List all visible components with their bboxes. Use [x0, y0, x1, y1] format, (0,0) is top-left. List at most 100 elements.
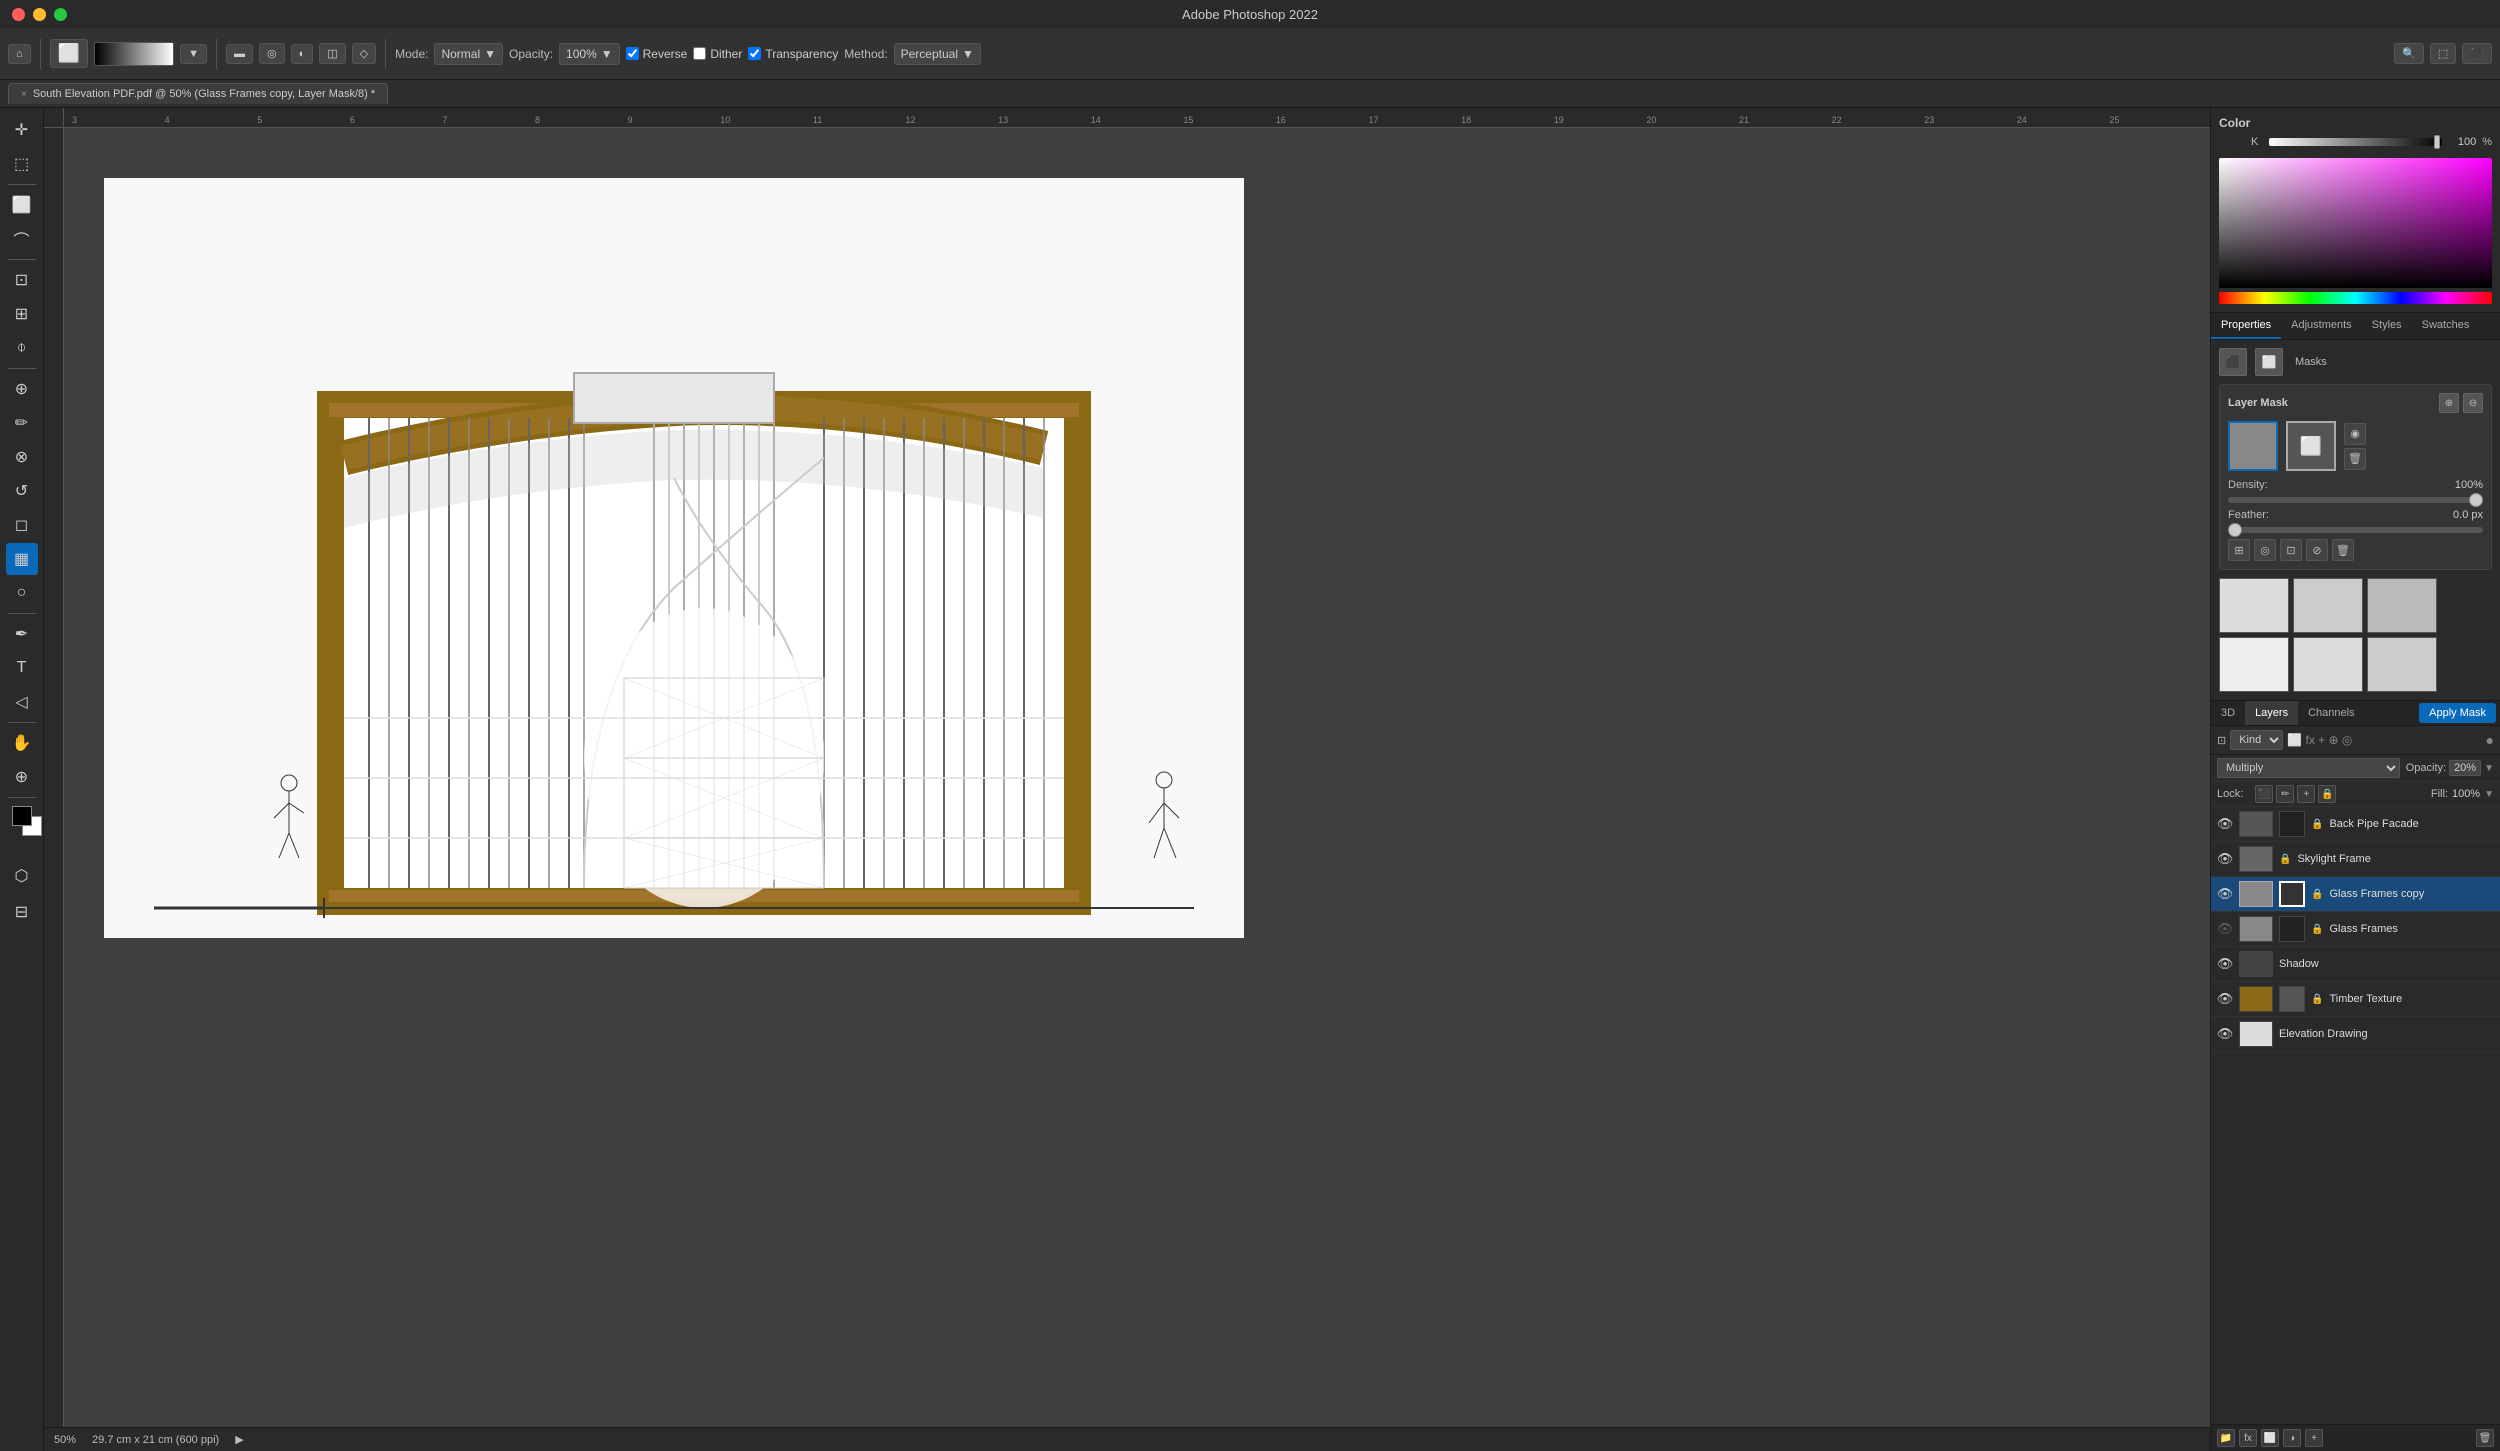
crop-tool[interactable]: ⊞ [6, 298, 38, 330]
method-select[interactable]: Perceptual ▼ [894, 43, 981, 65]
radial-gradient-btn[interactable]: ◎ [259, 43, 285, 64]
tab-layers[interactable]: Layers [2245, 701, 2298, 725]
layer-row-glass-copy[interactable]: 👁 🔒 Glass Frames copy [2211, 877, 2500, 912]
mask-add-icon[interactable]: ⊕ [2439, 393, 2459, 413]
layer-row-glass[interactable]: 👁 🔒 Glass Frames [2211, 912, 2500, 947]
invert-mask-btn[interactable]: ⊞ [2228, 539, 2250, 561]
minimize-button[interactable] [33, 8, 46, 21]
layer-thumb[interactable] [2228, 421, 2278, 471]
lasso-tool[interactable]: ⌒ [6, 223, 38, 255]
blend-mode-select[interactable]: Multiply [2217, 758, 2400, 778]
lock-all-btn[interactable]: 🔒 [2318, 785, 2336, 803]
layer-vis-back-pipe[interactable]: 👁 [2217, 816, 2233, 832]
layer-vis-glass[interactable]: 👁 [2217, 921, 2233, 937]
search-btn[interactable]: 🔍 [2394, 43, 2424, 64]
mode-select[interactable]: Normal ▼ [434, 43, 503, 65]
artboard-tool[interactable]: ⬚ [6, 148, 38, 180]
apply-from-mask-btn[interactable]: ⊡ [2280, 539, 2302, 561]
close-button[interactable] [12, 8, 25, 21]
canvas-area[interactable]: 345 678 91011 121314 151617 181920 21222… [44, 108, 2210, 1451]
tab-channels[interactable]: Channels [2298, 701, 2364, 725]
screen-mode-btn[interactable]: ⊟ [6, 896, 38, 928]
disable-mask-btn[interactable]: ⊘ [2306, 539, 2328, 561]
mask-select-btn[interactable]: ◉ [2344, 423, 2366, 445]
layer-mask-btn[interactable]: ⬜ [2261, 1429, 2279, 1447]
dither-checkbox[interactable] [693, 47, 706, 60]
filter-select[interactable]: Kind [2230, 730, 2283, 750]
tab-properties[interactable]: Properties [2211, 313, 2281, 339]
path-tool[interactable]: ◁ [6, 686, 38, 718]
linear-gradient-btn[interactable]: ▬ [226, 44, 253, 64]
lock-artboard-btn[interactable]: + [2297, 785, 2315, 803]
layer-vis-glass-copy[interactable]: 👁 [2217, 886, 2233, 902]
apply-mask-button[interactable]: Apply Mask [2419, 703, 2496, 723]
zoom-tool[interactable]: ⊕ [6, 761, 38, 793]
reflected-gradient-btn[interactable]: ◫ [319, 43, 345, 64]
delete-mask-btn[interactable]: 🗑 [2332, 539, 2354, 561]
gradient-type-btn[interactable]: ▼ [180, 44, 207, 64]
pixel-mask-icon[interactable]: ⬛ [2219, 348, 2247, 376]
layer-vis-skylight[interactable]: 👁 [2217, 851, 2233, 867]
vector-mask-icon[interactable]: ⬜ [2255, 348, 2283, 376]
window-controls[interactable] [12, 8, 67, 21]
mask-thumb[interactable]: ⬜ [2286, 421, 2336, 471]
move-tool[interactable]: ✛ [6, 114, 38, 146]
eraser-tool[interactable]: ◻ [6, 509, 38, 541]
clone-tool[interactable]: ⊗ [6, 441, 38, 473]
brush-options-btn[interactable]: ⬜ [50, 39, 88, 68]
filter-toggle[interactable]: ● [2486, 732, 2494, 748]
mask-subtract-icon[interactable]: ⊖ [2463, 393, 2483, 413]
tab-adjustments[interactable]: Adjustments [2281, 313, 2362, 339]
lock-pixels-btn[interactable]: ⬛ [2255, 785, 2273, 803]
opacity-select[interactable]: 100% ▼ [559, 43, 620, 65]
feather-slider[interactable] [2228, 527, 2483, 533]
home-btn[interactable]: ⌂ [8, 44, 31, 64]
color-swatches[interactable] [12, 806, 32, 826]
marquee-tool[interactable]: ⬜ [6, 189, 38, 221]
adjustment-layer-btn[interactable]: ◑ [2283, 1429, 2301, 1447]
select-mask-btn[interactable]: ◎ [2254, 539, 2276, 561]
tab-close[interactable]: × [21, 89, 27, 100]
history-brush-tool[interactable]: ↺ [6, 475, 38, 507]
layer-vis-elevation[interactable]: 👁 [2217, 1026, 2233, 1042]
tab-3d[interactable]: 3D [2211, 701, 2245, 725]
layer-vis-timber[interactable]: 👁 [2217, 991, 2233, 1007]
gradient-tool[interactable]: ▦ [6, 543, 38, 575]
transparency-checkbox[interactable] [748, 47, 761, 60]
tab-styles[interactable]: Styles [2362, 313, 2412, 339]
mask-delete-btn[interactable]: 🗑 [2344, 448, 2366, 470]
layer-row-shadow[interactable]: 👁 Shadow [2211, 947, 2500, 982]
layer-row-timber[interactable]: 👁 🔒 Timber Texture [2211, 982, 2500, 1017]
healing-tool[interactable]: ⊕ [6, 373, 38, 405]
quick-mask-tool[interactable]: ⬡ [6, 860, 38, 892]
layer-row-elevation[interactable]: 👁 Elevation Drawing [2211, 1017, 2500, 1052]
layer-fx-btn[interactable]: fx [2239, 1429, 2257, 1447]
layer-vis-shadow[interactable]: 👁 [2217, 956, 2233, 972]
density-slider[interactable] [2228, 497, 2483, 503]
color-gradient-picker[interactable] [2219, 158, 2492, 288]
pen-tool[interactable]: ✒ [6, 618, 38, 650]
layer-row-skylight[interactable]: 👁 🔒 Skylight Frame [2211, 842, 2500, 877]
layer-row-back-pipe[interactable]: 👁 🔒 Back Pipe Facade [2211, 807, 2500, 842]
hue-slider[interactable] [2219, 292, 2492, 304]
hand-tool[interactable]: ✋ [6, 727, 38, 759]
k-slider[interactable] [2269, 138, 2442, 146]
maximize-button[interactable] [54, 8, 67, 21]
workspace-btn[interactable]: ⬚ [2430, 43, 2456, 64]
document-tab[interactable]: × South Elevation PDF.pdf @ 50% (Glass F… [8, 83, 388, 104]
foreground-color[interactable] [12, 806, 32, 826]
angle-gradient-btn[interactable]: ◐ [291, 44, 314, 64]
layer-group-btn[interactable]: 📁 [2217, 1429, 2235, 1447]
brush-tool[interactable]: ✏ [6, 407, 38, 439]
lock-position-btn[interactable]: ✏ [2276, 785, 2294, 803]
text-tool[interactable]: T [6, 652, 38, 684]
diamond-gradient-btn[interactable]: ◇ [352, 43, 376, 64]
tab-swatches[interactable]: Swatches [2412, 313, 2480, 339]
delete-layer-btn[interactable]: 🗑 [2476, 1429, 2494, 1447]
dodge-tool[interactable]: ○ [6, 577, 38, 609]
arrange-btn[interactable]: ⬛ [2462, 43, 2492, 64]
object-select-tool[interactable]: ⊡ [6, 264, 38, 296]
eyedropper-tool[interactable]: ⌽ [6, 332, 38, 364]
new-layer-btn[interactable]: + [2305, 1429, 2323, 1447]
gradient-preview[interactable] [94, 42, 174, 66]
